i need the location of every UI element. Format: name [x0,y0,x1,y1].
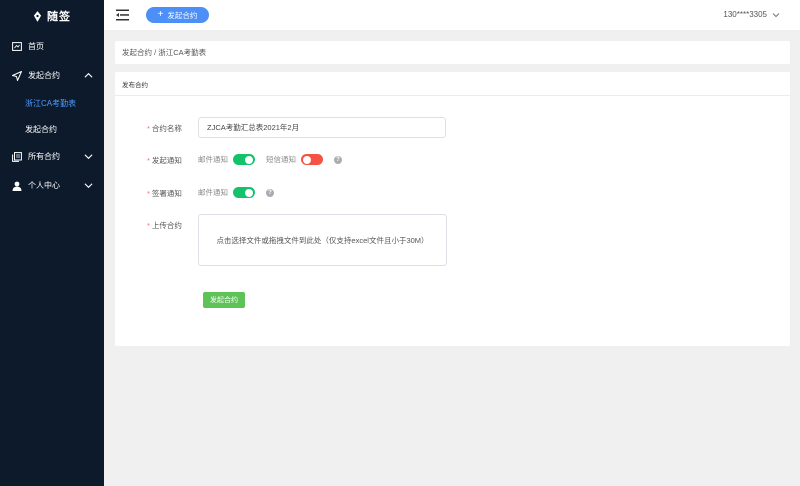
sidebar-item-label: 首页 [28,42,44,51]
new-contract-button[interactable]: + 发起合约 [146,7,209,23]
submit-contract-button[interactable]: 发起合约 [203,292,245,308]
email-notify-switch[interactable] [233,154,255,165]
send-icon [12,70,22,81]
upload-hint: 点击选择文件或拖拽文件到此处（仅支持excel文件且小于30M） [216,235,429,245]
required-mark: * [147,221,150,230]
user-menu[interactable]: 130****3305 [723,10,780,19]
breadcrumb-text: 发起合约 / 浙江CA考勤表 [122,48,207,57]
sidebar-subitem-label: 浙江CA考勤表 [25,98,77,108]
initiate-notify-options: 邮件通知 短信通知 ? [198,154,342,165]
sign-email-notify-switch[interactable] [233,187,255,198]
required-mark: * [147,124,150,133]
sign-email-notify-label: 邮件通知 [198,188,228,197]
contract-name-value: ZJCA考勤汇总表2021年2月 [207,123,300,132]
sidebar-subitem-zjca-attendance[interactable]: 浙江CA考勤表 [0,90,104,116]
chevron-up-icon [84,72,93,78]
top-header: + 发起合约 130****3305 [104,0,800,30]
submit-button-label: 发起合约 [210,297,238,304]
card-title: 发布合约 [115,72,790,96]
email-notify-label: 邮件通知 [198,155,228,164]
home-card-icon [12,42,22,52]
sidebar-item-label: 发起合约 [28,71,60,80]
sms-notify-label: 短信通知 [266,155,296,164]
sign-notify-options: 邮件通知 ? [198,187,274,198]
chevron-down-icon [84,183,93,189]
sign-notify-label: * 签署通知 [147,189,182,198]
file-upload-dropzone[interactable]: 点击选择文件或拖拽文件到此处（仅支持excel文件且小于30M） [198,214,447,266]
chevron-down-icon [772,12,780,17]
logo-text: 随签 [47,10,71,23]
sidebar-item-label: 个人中心 [28,181,60,190]
menu-fold-icon[interactable] [116,9,129,21]
user-icon [12,181,22,191]
pen-nib-icon [33,10,42,22]
logo[interactable]: 随签 [0,0,104,32]
sidebar-item-create-contract[interactable]: 发起合约 [0,61,104,90]
breadcrumb: 发起合约 / 浙江CA考勤表 [115,41,790,64]
sidebar-subitem-create-contract[interactable]: 发起合约 [0,116,104,142]
sidebar-item-home[interactable]: 首页 [0,32,104,61]
sidebar-item-personal-center[interactable]: 个人中心 [0,171,104,200]
documents-icon [12,151,22,162]
contract-name-input[interactable]: ZJCA考勤汇总表2021年2月 [198,117,446,138]
user-phone: 130****3305 [723,10,767,19]
sidebar-item-label: 所有合约 [28,152,60,161]
help-icon[interactable]: ? [266,188,274,197]
publish-contract-card: 发布合约 * 合约名称 ZJCA考勤汇总表2021年2月 * 发起通知 邮件通知 短… [115,72,790,346]
required-mark: * [147,189,150,198]
upload-contract-label: * 上传合约 [147,221,182,230]
sidebar: 随签 首页 发起合约 浙江CA考勤表 发起合约 所有合约 个人中心 [0,0,104,486]
sms-notify-switch[interactable] [301,154,323,165]
initiate-notify-label: * 发起通知 [147,156,182,165]
contract-name-label: * 合约名称 [147,124,182,133]
plus-icon: + [157,9,164,20]
help-icon[interactable]: ? [334,155,342,164]
required-mark: * [147,156,150,165]
new-contract-button-label: 发起合约 [167,10,198,20]
chevron-down-icon [84,154,93,160]
sidebar-subitem-label: 发起合约 [25,124,57,134]
sidebar-item-all-contracts[interactable]: 所有合约 [0,142,104,171]
